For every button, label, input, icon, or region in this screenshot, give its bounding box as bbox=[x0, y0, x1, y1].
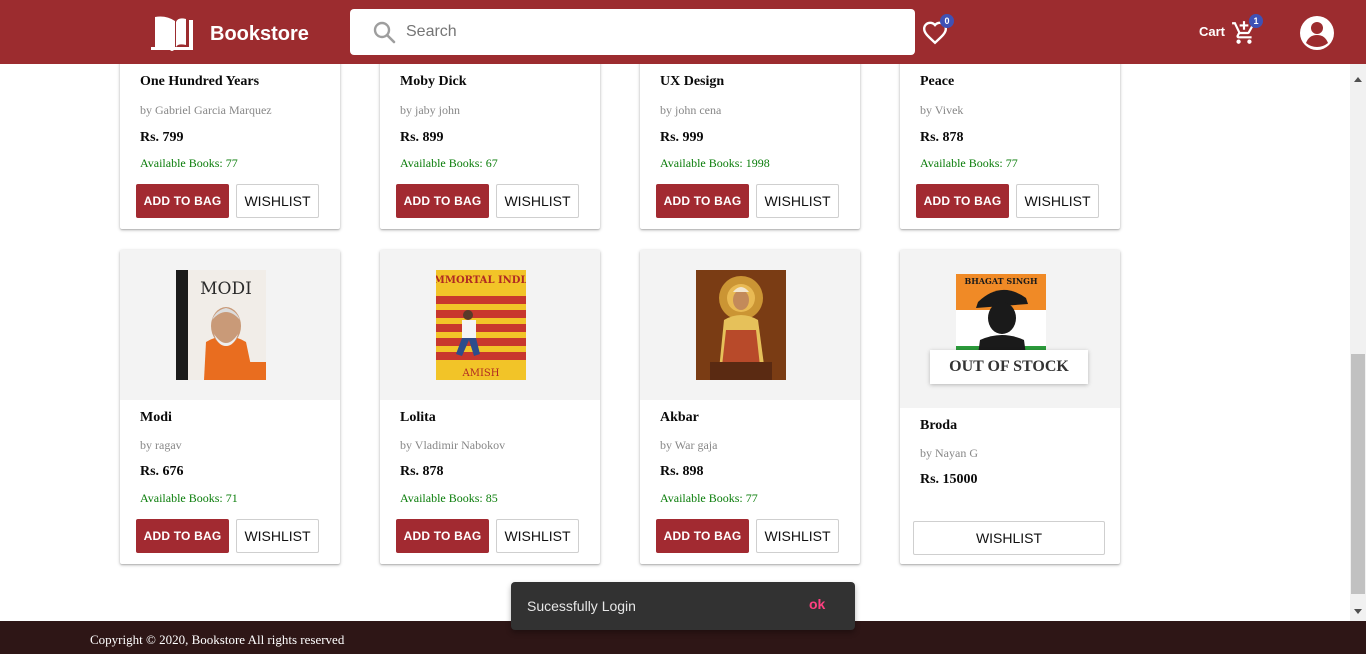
book-title: Broda bbox=[920, 418, 958, 433]
book-card[interactable]: BHAGAT SINGH OUT OF STOCK Broda by Nayan… bbox=[900, 250, 1120, 564]
add-to-bag-button[interactable]: ADD TO BAG bbox=[396, 184, 489, 218]
book-logo-icon bbox=[151, 16, 193, 51]
book-image-area bbox=[640, 250, 860, 400]
book-title: UX Design bbox=[660, 74, 725, 89]
cart-count-badge: 1 bbox=[1249, 14, 1263, 28]
brand[interactable]: Bookstore bbox=[148, 12, 309, 56]
wishlist-button[interactable]: WISHLIST bbox=[496, 519, 579, 553]
book-availability: Available Books: 1998 bbox=[660, 156, 770, 170]
book-price: Rs. 899 bbox=[400, 130, 444, 145]
snackbar-message: Sucessfully Login bbox=[527, 598, 636, 614]
book-image-area: MODI bbox=[120, 250, 340, 400]
scroll-up-icon[interactable] bbox=[1354, 77, 1362, 82]
wishlist-button[interactable]: WISHLIST bbox=[496, 184, 579, 218]
scrollbar-thumb[interactable] bbox=[1351, 354, 1365, 594]
book-author: by Gabriel Garcia Marquez bbox=[140, 103, 272, 117]
book-cover-image[interactable]: IMMORTAL INDIA AMISH bbox=[436, 270, 526, 380]
book-availability: Available Books: 67 bbox=[400, 156, 498, 170]
book-grid: One Hundred Years by Gabriel Garcia Marq… bbox=[0, 64, 1350, 621]
cart-label[interactable]: Cart bbox=[1199, 24, 1225, 39]
book-card[interactable]: Peace by Vivek Rs. 878 Available Books: … bbox=[900, 64, 1120, 229]
book-cover-image[interactable] bbox=[696, 270, 786, 380]
book-image-area: IMMORTAL INDIA AMISH bbox=[380, 250, 600, 400]
book-price: Rs. 878 bbox=[920, 130, 964, 145]
book-image-area: BHAGAT SINGH OUT OF STOCK bbox=[900, 250, 1120, 408]
book-title: Peace bbox=[920, 74, 955, 89]
book-card[interactable]: IMMORTAL INDIA AMISH Lolita by Vladimir … bbox=[380, 250, 600, 564]
brand-name: Bookstore bbox=[210, 23, 309, 45]
scroll-down-icon[interactable] bbox=[1354, 609, 1362, 614]
book-availability: Available Books: 85 bbox=[400, 491, 498, 505]
cover-title: MODI bbox=[200, 279, 252, 299]
book-author: by john cena bbox=[660, 103, 722, 117]
cover-title: IMMORTAL INDIA bbox=[436, 275, 526, 286]
book-price: Rs. 676 bbox=[140, 464, 184, 479]
copyright-text: Copyright © 2020, Bookstore All rights r… bbox=[90, 632, 345, 647]
wishlist-button[interactable]: WISHLIST bbox=[236, 184, 319, 218]
book-author: by Nayan G bbox=[920, 446, 978, 460]
page-scrollbar[interactable] bbox=[1350, 64, 1366, 621]
wishlist-button[interactable]: WISHLIST bbox=[756, 519, 839, 553]
book-price: Rs. 898 bbox=[660, 464, 704, 479]
out-of-stock-label: OUT OF STOCK bbox=[930, 350, 1088, 384]
book-title: Modi bbox=[140, 410, 172, 425]
add-to-bag-button[interactable]: ADD TO BAG bbox=[396, 519, 489, 553]
book-price: Rs. 878 bbox=[400, 464, 444, 479]
wishlist-button[interactable]: WISHLIST bbox=[1016, 184, 1099, 218]
book-author: by Vladimir Nabokov bbox=[400, 438, 506, 452]
book-availability: Available Books: 77 bbox=[140, 156, 238, 170]
book-author: by ragav bbox=[140, 438, 182, 452]
wishlist-button[interactable]: WISHLIST bbox=[756, 184, 839, 218]
snackbar-ok-button[interactable]: ok bbox=[809, 596, 825, 612]
cover-author: AMISH bbox=[462, 368, 500, 379]
book-availability: Available Books: 77 bbox=[660, 491, 758, 505]
book-availability: Available Books: 77 bbox=[920, 156, 1018, 170]
book-price: Rs. 799 bbox=[140, 130, 184, 145]
cover-title: BHAGAT SINGH bbox=[964, 276, 1038, 286]
book-card[interactable]: Moby Dick by jaby john Rs. 899 Available… bbox=[380, 64, 600, 229]
app-header: Bookstore 0 Cart 1 bbox=[0, 0, 1366, 64]
book-card[interactable]: UX Design by john cena Rs. 999 Available… bbox=[640, 64, 860, 229]
book-cover-image[interactable]: MODI bbox=[176, 270, 266, 380]
book-title: Akbar bbox=[660, 410, 699, 425]
add-to-bag-button[interactable]: ADD TO BAG bbox=[916, 184, 1009, 218]
book-title: Moby Dick bbox=[400, 74, 467, 89]
book-author: by War gaja bbox=[660, 438, 718, 452]
book-availability: Available Books: 71 bbox=[140, 491, 238, 505]
book-card[interactable]: One Hundred Years by Gabriel Garcia Marq… bbox=[120, 64, 340, 229]
book-author: by Vivek bbox=[920, 103, 964, 117]
account-icon[interactable] bbox=[1299, 15, 1335, 51]
add-to-bag-button[interactable]: ADD TO BAG bbox=[656, 184, 749, 218]
wishlist-button[interactable]: WISHLIST bbox=[236, 519, 319, 553]
add-to-bag-button[interactable]: ADD TO BAG bbox=[656, 519, 749, 553]
book-card[interactable]: MODI Modi by ragav Rs. 676 Available Boo… bbox=[120, 250, 340, 564]
wishlist-count-badge: 0 bbox=[940, 14, 954, 28]
search-input[interactable] bbox=[406, 23, 886, 41]
book-title: Lolita bbox=[400, 410, 436, 425]
wishlist-button[interactable]: WISHLIST bbox=[913, 521, 1105, 555]
book-author: by jaby john bbox=[400, 103, 460, 117]
book-title: One Hundred Years bbox=[140, 74, 260, 89]
book-card[interactable]: Akbar by War gaja Rs. 898 Available Book… bbox=[640, 250, 860, 564]
search-icon bbox=[373, 21, 396, 44]
search-bar[interactable] bbox=[350, 9, 915, 55]
book-price: Rs. 15000 bbox=[920, 472, 978, 487]
add-to-bag-button[interactable]: ADD TO BAG bbox=[136, 519, 229, 553]
book-price: Rs. 999 bbox=[660, 130, 704, 145]
login-snackbar: Sucessfully Login ok bbox=[511, 582, 855, 630]
add-to-bag-button[interactable]: ADD TO BAG bbox=[136, 184, 229, 218]
